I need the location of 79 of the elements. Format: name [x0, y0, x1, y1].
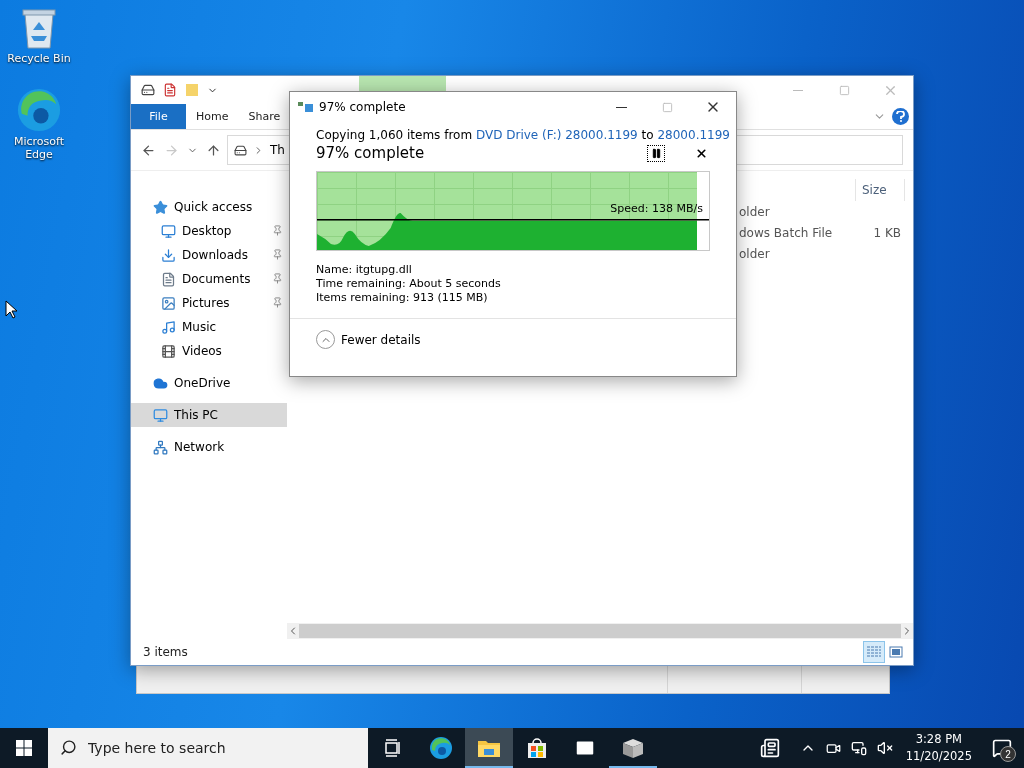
recycle-bin-icon: [19, 6, 59, 50]
document-icon: [161, 271, 176, 287]
pin-icon: [272, 273, 283, 284]
store-bag-icon: [526, 737, 548, 759]
progress-heading: 97% complete: [316, 144, 426, 162]
nav-item[interactable]: Documents: [131, 267, 287, 291]
nav-item[interactable]: Pictures: [131, 291, 287, 315]
table-cell-text: 1 KB: [872, 224, 902, 242]
cancel-button[interactable]: [695, 146, 708, 160]
music-note-icon: [161, 319, 176, 335]
nav-item[interactable]: Quick access: [131, 195, 287, 219]
nav-item[interactable]: Music: [131, 315, 287, 339]
search-icon: [60, 739, 77, 756]
detail-line: Name: itgtupg.dll: [316, 263, 413, 276]
nav-item[interactable]: Network: [131, 435, 287, 459]
document-icon[interactable]: [163, 83, 177, 97]
horizontal-scrollbar[interactable]: [287, 623, 913, 639]
desktop-icon[interactable]: Microsoft Edge: [4, 87, 74, 161]
pause-icon: [650, 147, 662, 159]
minimize-icon: [615, 106, 627, 108]
newspaper-icon: [759, 738, 780, 758]
notification-count: 2: [1000, 746, 1016, 762]
nav-item[interactable]: Downloads: [131, 243, 287, 267]
search-field[interactable]: Type here to search: [48, 728, 368, 768]
speed-reading: Speed: 138 MB/s: [610, 202, 703, 215]
folder-icon: [477, 738, 501, 758]
dialog-title: 97% complete: [319, 100, 407, 114]
cloud-icon: [153, 375, 168, 391]
fewer-details-button[interactable]: Fewer details: [290, 319, 736, 360]
edge-icon: [429, 736, 453, 760]
nav-item[interactable]: Desktop: [131, 219, 287, 243]
pin-icon: [272, 297, 283, 308]
maximize-icon: [838, 84, 850, 96]
mouse-pointer-icon: [5, 300, 17, 319]
ribbon-tab[interactable]: Home: [186, 104, 239, 129]
nav-item[interactable]: Videos: [131, 339, 287, 363]
forward-arrow-icon: [164, 142, 179, 158]
table-cell-text: older: [738, 245, 771, 263]
notifications-button[interactable]: 2: [980, 728, 1024, 768]
volume-muted-icon: [876, 740, 893, 756]
table-cell-text: dows Batch File: [738, 224, 834, 242]
clock[interactable]: 3:28 PM 11/20/2025: [897, 728, 980, 768]
drive-icon: [234, 143, 247, 157]
desktop-icon[interactable]: Recycle Bin: [4, 6, 74, 65]
nav-item[interactable]: OneDrive: [131, 371, 287, 395]
table-cell-text: older: [738, 203, 771, 221]
star-icon: [153, 199, 168, 215]
taskbar-app-button[interactable]: [465, 728, 513, 768]
monitor-icon: [153, 407, 168, 423]
pause-button[interactable]: [647, 144, 665, 162]
destination-link[interactable]: 28000.1199: [657, 128, 730, 142]
network-icon: [153, 439, 168, 455]
maximize-icon: [661, 101, 673, 113]
image-icon: [161, 295, 176, 311]
ribbon-tab[interactable]: Share: [238, 104, 291, 129]
nav-item[interactable]: This PC: [131, 403, 287, 427]
download-icon: [161, 247, 176, 263]
detail-line: Time remaining: About 5 seconds: [316, 277, 502, 290]
pin-icon: [272, 225, 283, 236]
minimize-icon: [793, 89, 803, 91]
pin-icon: [272, 249, 283, 260]
film-icon: [161, 343, 176, 359]
source-link[interactable]: DVD Drive (F:) 28000.1199: [475, 128, 638, 142]
edge-icon: [16, 87, 62, 133]
detail-line: Items remaining: 913 (115 MB): [316, 291, 489, 304]
task-view-icon: [384, 739, 402, 757]
monitor-icon: [161, 223, 176, 239]
image-icon: [889, 646, 903, 658]
item-count: 3 items: [143, 645, 188, 659]
copy-icon: [298, 101, 314, 113]
close-icon: [695, 146, 708, 160]
file-tab[interactable]: File: [131, 104, 186, 129]
box-icon: [621, 737, 645, 759]
help-icon[interactable]: [892, 108, 909, 125]
drive-icon: [141, 83, 155, 97]
windows-logo-icon: [16, 740, 32, 756]
column-header[interactable]: Size: [855, 179, 905, 201]
network-icon: [850, 740, 867, 756]
list-icon: [867, 646, 881, 658]
